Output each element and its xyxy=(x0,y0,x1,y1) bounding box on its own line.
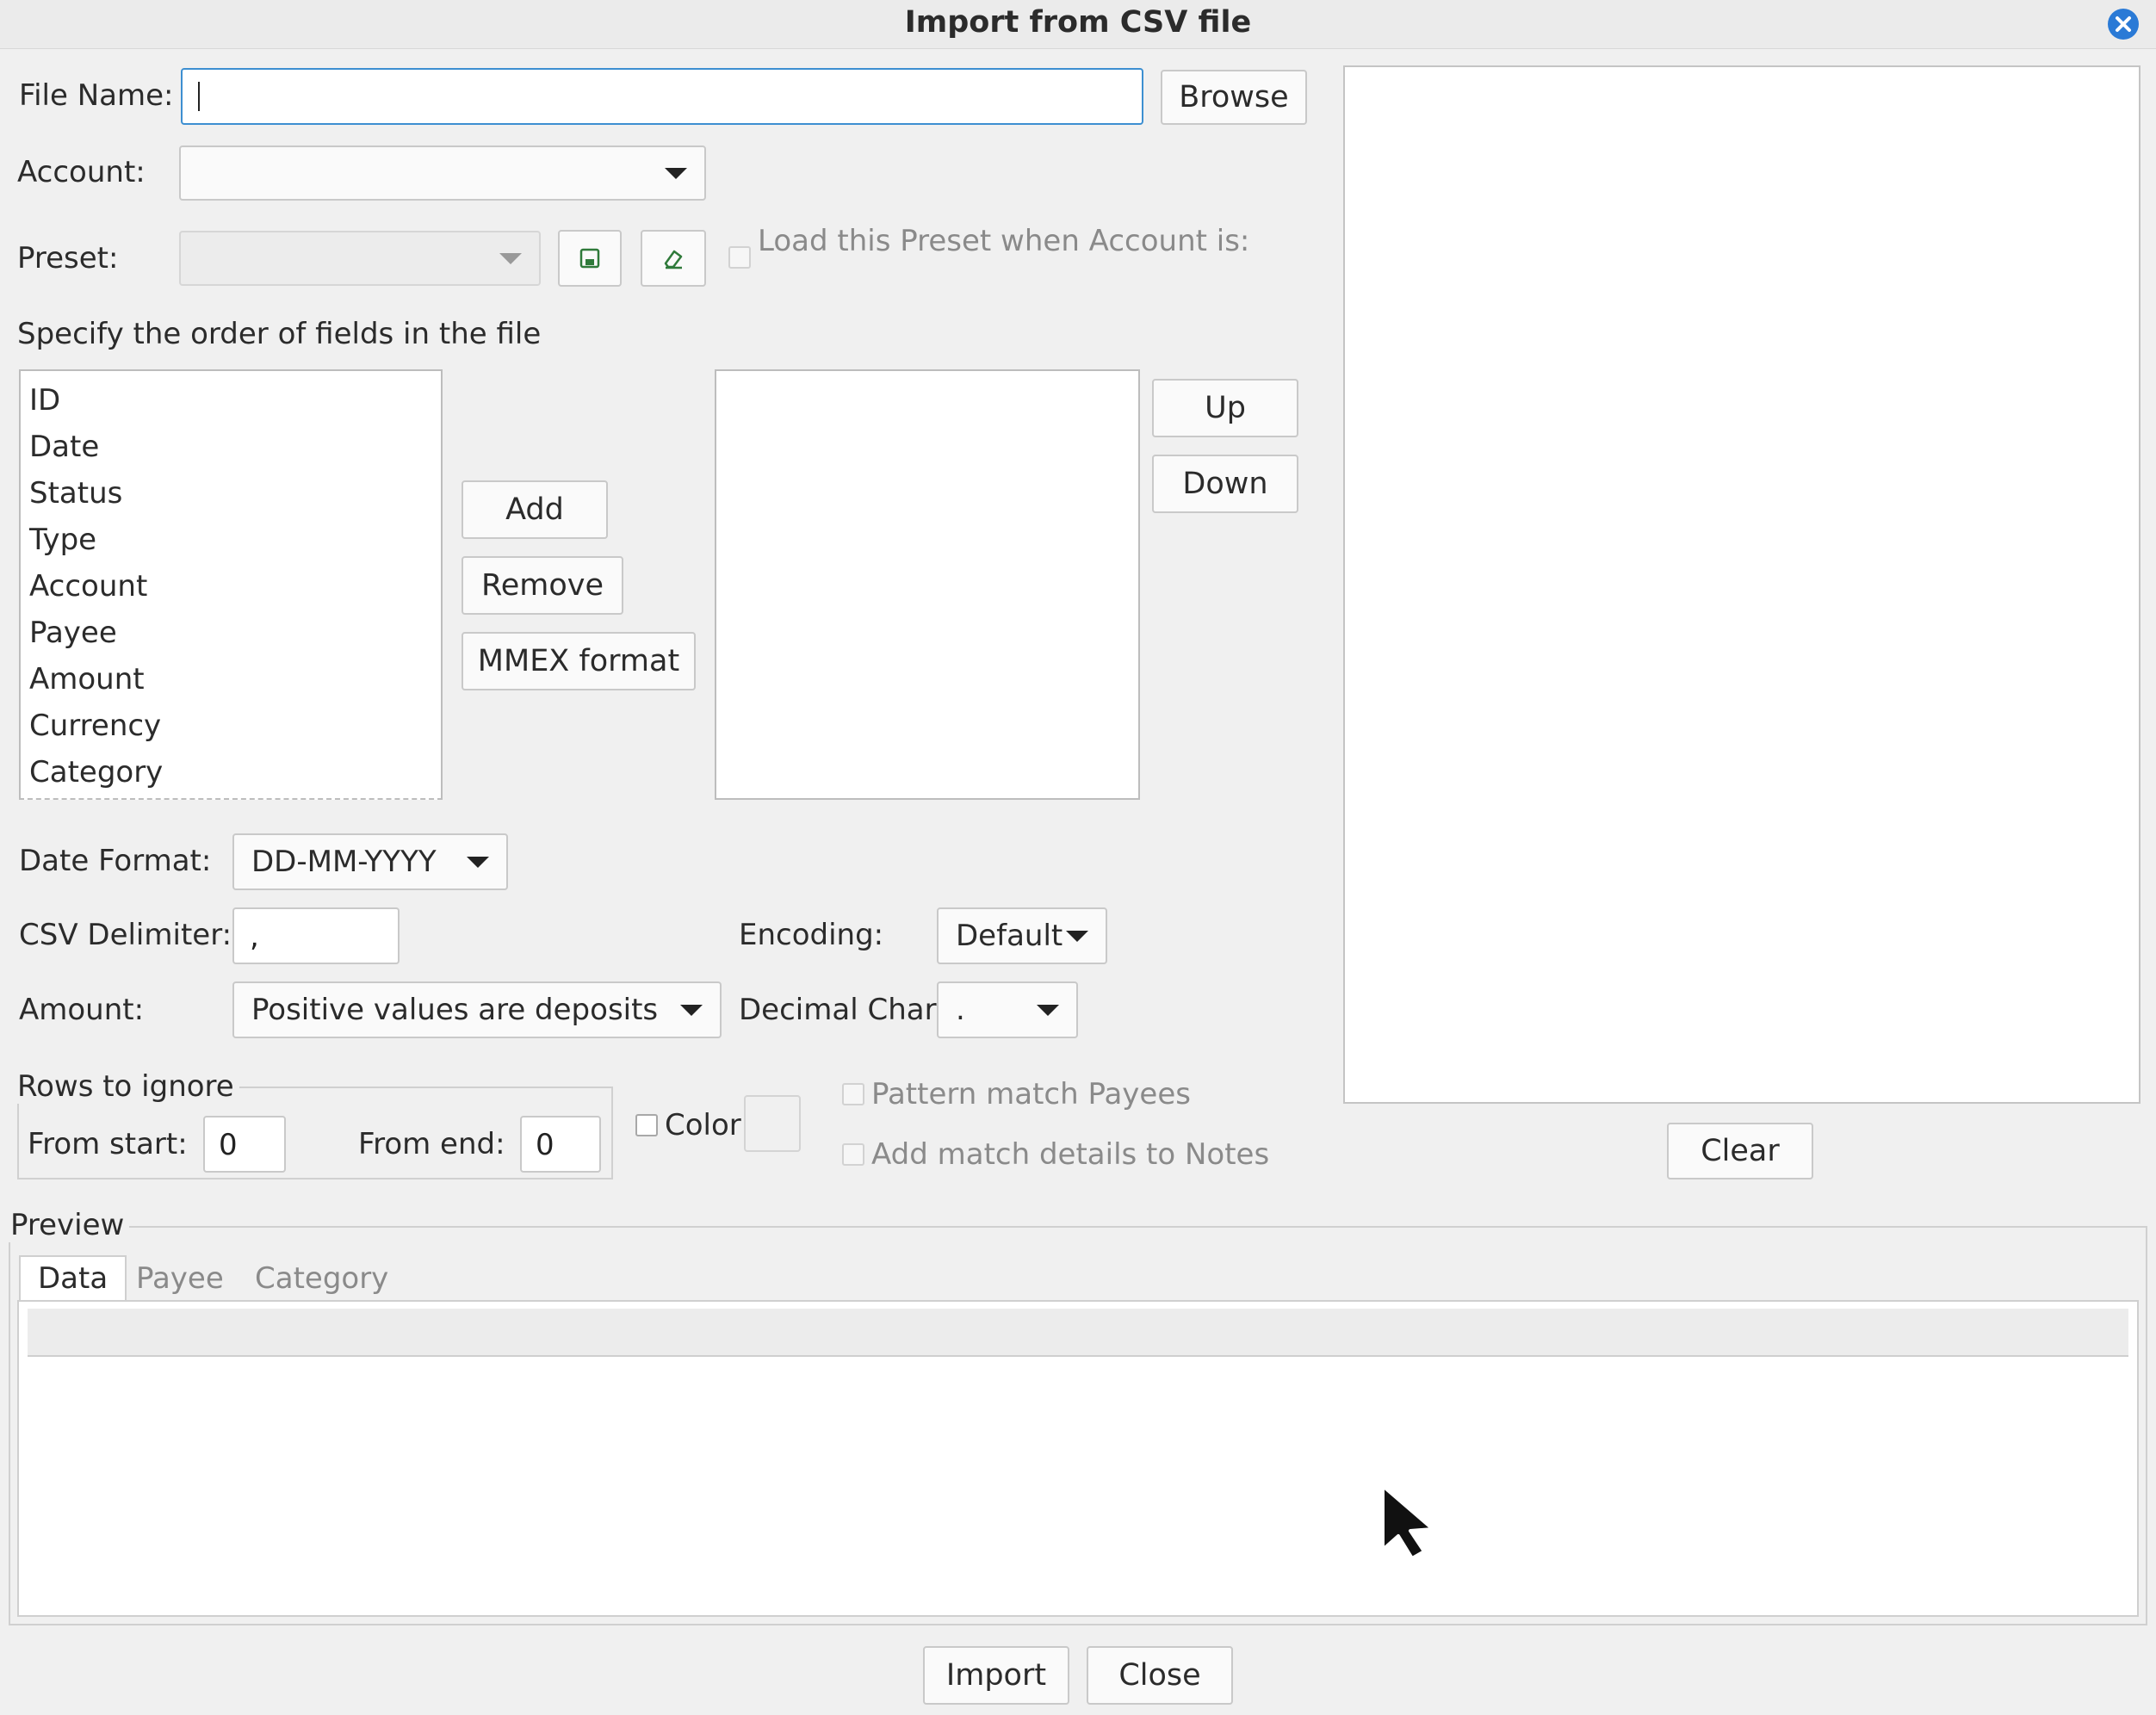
load-preset-checkbox[interactable] xyxy=(728,246,751,269)
list-item[interactable]: Date xyxy=(21,424,441,470)
text-cursor xyxy=(198,82,200,111)
list-item[interactable]: Account xyxy=(21,563,441,610)
tab-category[interactable]: Category xyxy=(255,1257,388,1300)
log-panel xyxy=(1343,65,2141,1104)
chevron-down-icon xyxy=(1037,1005,1059,1016)
preview-table-header xyxy=(28,1309,2128,1357)
date-format-select[interactable]: DD-MM-YYYY xyxy=(232,833,508,890)
from-start-input[interactable]: 0 xyxy=(203,1116,286,1173)
encoding-label: Encoding: xyxy=(739,918,884,952)
file-name-input[interactable] xyxy=(181,68,1143,125)
pattern-match-payees-label: Pattern match Payees xyxy=(871,1077,1191,1111)
tab-payee[interactable]: Payee xyxy=(136,1257,224,1300)
csv-delimiter-input[interactable]: , xyxy=(232,907,400,964)
move-up-button[interactable]: Up xyxy=(1152,379,1298,437)
decimal-char-label: Decimal Char xyxy=(739,993,937,1027)
csv-delimiter-label: CSV Delimiter: xyxy=(19,918,232,952)
remove-field-button[interactable]: Remove xyxy=(462,556,623,615)
account-label: Account: xyxy=(17,155,146,189)
import-button[interactable]: Import xyxy=(923,1646,1069,1705)
add-field-button[interactable]: Add xyxy=(462,480,608,539)
preview-legend: Preview xyxy=(5,1208,130,1242)
list-item[interactable]: Payee xyxy=(21,610,441,656)
mmex-format-button[interactable]: MMEX format xyxy=(462,632,696,690)
move-down-button[interactable]: Down xyxy=(1152,455,1298,513)
from-end-input[interactable]: 0 xyxy=(520,1116,601,1173)
date-format-label: Date Format: xyxy=(19,844,212,878)
available-fields-list[interactable]: ID Date Status Type Account Payee Amount… xyxy=(19,369,443,800)
mouse-cursor-icon xyxy=(1381,1484,1434,1560)
edit-preset-button[interactable] xyxy=(641,230,706,287)
fields-order-heading: Specify the order of fields in the file xyxy=(17,317,542,351)
chevron-down-icon xyxy=(665,168,687,179)
add-match-details-label: Add match details to Notes xyxy=(871,1137,1270,1172)
pattern-match-payees-checkbox[interactable] xyxy=(842,1083,864,1105)
clear-log-button[interactable]: Clear xyxy=(1667,1123,1813,1179)
from-start-label: From start: xyxy=(28,1127,188,1161)
list-item[interactable]: Status xyxy=(21,470,441,517)
close-button[interactable]: Close xyxy=(1087,1646,1233,1705)
amount-label: Amount: xyxy=(19,993,145,1027)
color-label: Color xyxy=(665,1108,741,1142)
from-end-label: From end: xyxy=(358,1127,505,1161)
eraser-icon xyxy=(664,250,683,269)
close-window-icon[interactable] xyxy=(2108,9,2139,40)
add-match-details-checkbox[interactable] xyxy=(842,1143,864,1166)
list-item[interactable]: Category xyxy=(21,749,441,796)
save-icon xyxy=(579,248,600,269)
list-item[interactable]: ID xyxy=(21,377,441,424)
color-swatch-button[interactable] xyxy=(744,1095,801,1152)
save-preset-button[interactable] xyxy=(558,230,622,287)
preset-label: Preset: xyxy=(17,241,119,276)
list-item[interactable]: Amount xyxy=(21,656,441,703)
list-item[interactable]: Currency xyxy=(21,703,441,749)
encoding-select[interactable]: Default xyxy=(937,907,1107,964)
chevron-down-icon xyxy=(680,1005,703,1016)
chevron-down-icon xyxy=(499,253,522,264)
account-select[interactable] xyxy=(179,145,706,201)
selected-fields-list[interactable] xyxy=(715,369,1140,800)
window-title: Import from CSV file xyxy=(904,5,1252,40)
load-preset-label: Load this Preset when Account is: xyxy=(758,224,1250,258)
browse-button[interactable]: Browse xyxy=(1161,70,1307,125)
chevron-down-icon xyxy=(1066,931,1088,942)
preview-table xyxy=(17,1300,2139,1617)
color-checkbox[interactable] xyxy=(635,1114,658,1136)
tab-data[interactable]: Data xyxy=(19,1255,127,1302)
preset-select[interactable] xyxy=(179,231,541,286)
rows-to-ignore-legend: Rows to ignore xyxy=(12,1069,239,1104)
file-name-label: File Name: xyxy=(19,78,174,113)
amount-select[interactable]: Positive values are deposits xyxy=(232,981,722,1038)
decimal-char-select[interactable]: . xyxy=(937,981,1078,1038)
title-bar: Import from CSV file xyxy=(0,0,2156,49)
list-item[interactable]: Type xyxy=(21,517,441,563)
chevron-down-icon xyxy=(467,857,489,868)
